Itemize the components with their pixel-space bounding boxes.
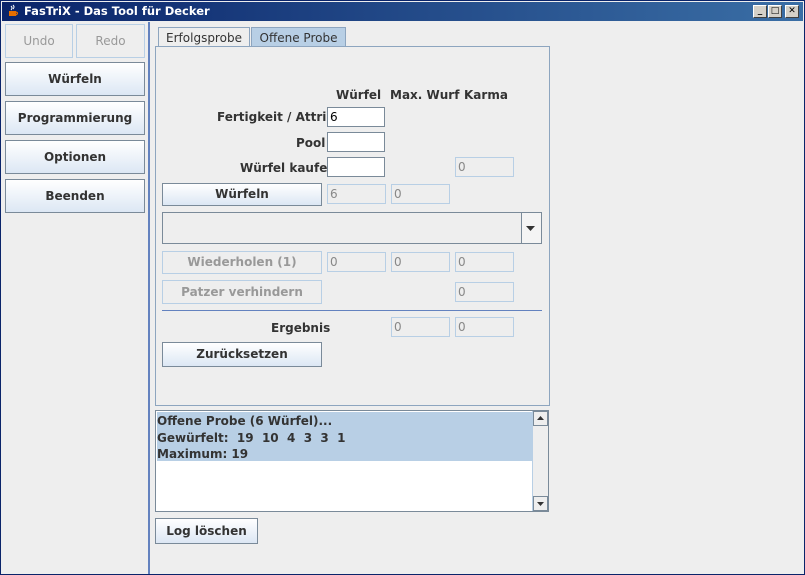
log-loeschen-button[interactable]: Log löschen [155, 518, 258, 544]
wiederholen-button[interactable]: Wiederholen (1) [162, 251, 322, 274]
patzer-verhindern-button[interactable]: Patzer verhindern [162, 280, 322, 304]
wuerfeln-button[interactable]: Würfeln [162, 183, 322, 206]
beenden-button[interactable]: Beenden [5, 179, 145, 213]
log-line: Maximum: 19 [157, 447, 249, 461]
close-button[interactable]: ✕ [785, 5, 799, 18]
maximize-button[interactable]: □ [768, 5, 782, 18]
wuerfel-kaufen-label: Würfel kaufen [240, 161, 336, 175]
tab-erfolgsprobe[interactable]: Erfolgsprobe [158, 27, 250, 47]
log-scrollbar[interactable] [532, 411, 548, 511]
wuerfel-kaufen-input[interactable] [327, 157, 385, 177]
result-dropdown[interactable] [162, 212, 542, 244]
app-window: FasTriX - Das Tool für Decker _ □ ✕ Undo… [0, 0, 805, 575]
scroll-up-button[interactable] [533, 411, 548, 426]
zuruecksetzen-button[interactable]: Zurücksetzen [162, 342, 322, 367]
undo-button[interactable]: Undo [5, 24, 73, 58]
split-divider[interactable] [148, 22, 150, 574]
window-title: FasTriX - Das Tool für Decker [24, 4, 210, 18]
wuerfeln-max-field: 0 [391, 184, 450, 204]
ergebnis-max-field: 0 [391, 317, 450, 337]
column-header-max-wurf: Max. Wurf [390, 88, 460, 102]
kaufen-karma-field: 0 [455, 157, 514, 177]
java-cup-icon [9, 4, 19, 16]
patzer-karma-field: 0 [455, 282, 514, 302]
wiederholen-max-field: 0 [391, 252, 450, 272]
minimize-button[interactable]: _ [753, 5, 767, 18]
log-line: Offene Probe (6 Würfel)... [157, 414, 333, 428]
log-line: Gewürfelt: 19 10 4 3 3 1 [157, 431, 346, 445]
chevron-down-icon[interactable] [521, 213, 541, 243]
fertigkeit-input[interactable]: 6 [327, 107, 385, 127]
column-header-karma: Karma [464, 88, 508, 102]
ergebnis-label: Ergebnis [271, 321, 331, 335]
scroll-down-button[interactable] [533, 496, 548, 511]
separator [162, 310, 542, 311]
pool-input[interactable] [327, 132, 385, 152]
ergebnis-karma-field: 0 [455, 317, 514, 337]
pool-label: Pool [296, 136, 326, 150]
wiederholen-karma-field: 0 [455, 252, 514, 272]
programmierung-button[interactable]: Programmierung [5, 101, 145, 135]
column-header-wuerfel: Würfel [336, 88, 382, 102]
tab-offene-probe[interactable]: Offene Probe [251, 27, 346, 47]
title-bar[interactable]: FasTriX - Das Tool für Decker _ □ ✕ [2, 2, 803, 21]
optionen-button[interactable]: Optionen [5, 140, 145, 174]
wuerfeln-wuerfel-field: 6 [327, 184, 386, 204]
wuerfeln-nav-button[interactable]: Würfeln [5, 62, 145, 96]
log-area[interactable]: Offene Probe (6 Würfel)... Gewürfelt: 19… [155, 410, 549, 512]
redo-button[interactable]: Redo [76, 24, 145, 58]
wiederholen-wuerfel-field: 0 [327, 252, 386, 272]
